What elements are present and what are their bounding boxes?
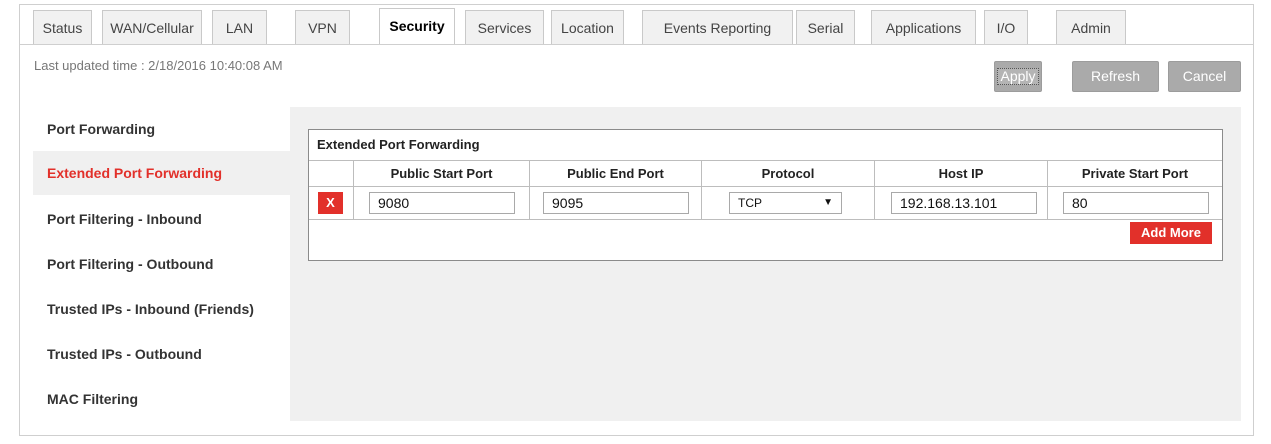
column-header: Protocol <box>761 166 815 181</box>
cancel-button[interactable]: Cancel <box>1168 61 1241 92</box>
table-divider <box>309 186 1222 187</box>
host-ip-input[interactable]: 192.168.13.101 <box>891 192 1037 214</box>
private-start-port-input[interactable]: 80 <box>1063 192 1209 214</box>
tab-admin[interactable]: Admin <box>1056 10 1126 44</box>
table-divider <box>309 219 1222 220</box>
protocol-value: TCP <box>738 196 762 210</box>
tab-applications[interactable]: Applications <box>871 10 976 44</box>
sidebar-item-trusted-ips-inbound[interactable]: Trusted IPs - Inbound (Friends) <box>33 287 290 331</box>
protocol-select[interactable]: TCP ▼ <box>729 192 842 214</box>
sidebar-item-mac-filtering[interactable]: MAC Filtering <box>33 377 290 421</box>
tab-divider <box>20 44 1253 45</box>
column-header: Private Start Port <box>1081 166 1189 181</box>
sidebar-item-extended-port-forwarding[interactable]: Extended Port Forwarding <box>33 151 290 195</box>
last-updated-text: Last updated time : 2/18/2016 10:40:08 A… <box>34 58 283 73</box>
chevron-down-icon: ▼ <box>823 197 833 208</box>
tab-io[interactable]: I/O <box>984 10 1028 44</box>
apply-button-label: Apply <box>997 68 1039 85</box>
tab-services[interactable]: Services <box>465 10 544 44</box>
public-start-port-input[interactable]: 9080 <box>369 192 515 214</box>
sidebar-item-port-filtering-inbound[interactable]: Port Filtering - Inbound <box>33 197 290 241</box>
sidebar-item-port-forwarding[interactable]: Port Forwarding <box>33 107 290 151</box>
public-end-port-input[interactable]: 9095 <box>543 192 689 214</box>
column-header: Host IP <box>938 166 984 181</box>
tab-serial[interactable]: Serial <box>796 10 855 44</box>
tab-vpn[interactable]: VPN <box>295 10 350 44</box>
tab-wan-cellular[interactable]: WAN/Cellular <box>102 10 202 44</box>
tab-lan[interactable]: LAN <box>212 10 267 44</box>
column-header: Public Start Port <box>390 166 493 181</box>
refresh-button[interactable]: Refresh <box>1072 61 1159 92</box>
sidebar-item-port-filtering-outbound[interactable]: Port Filtering - Outbound <box>33 242 290 286</box>
tab-events-reporting[interactable]: Events Reporting <box>642 10 793 44</box>
column-header: Public End Port <box>567 166 664 181</box>
apply-button[interactable]: Apply <box>994 61 1042 92</box>
port-forwarding-table: Extended Port Forwarding Public Start Po… <box>308 129 1223 261</box>
sidebar-item-trusted-ips-outbound[interactable]: Trusted IPs - Outbound <box>33 332 290 376</box>
tab-status[interactable]: Status <box>33 10 92 44</box>
delete-row-button[interactable]: X <box>318 192 343 214</box>
tab-security[interactable]: Security <box>379 8 455 44</box>
content-area: Extended Port Forwarding Public Start Po… <box>290 107 1241 421</box>
tab-location[interactable]: Location <box>551 10 624 44</box>
table-title: Extended Port Forwarding <box>317 137 480 152</box>
add-more-button[interactable]: Add More <box>1130 222 1212 244</box>
